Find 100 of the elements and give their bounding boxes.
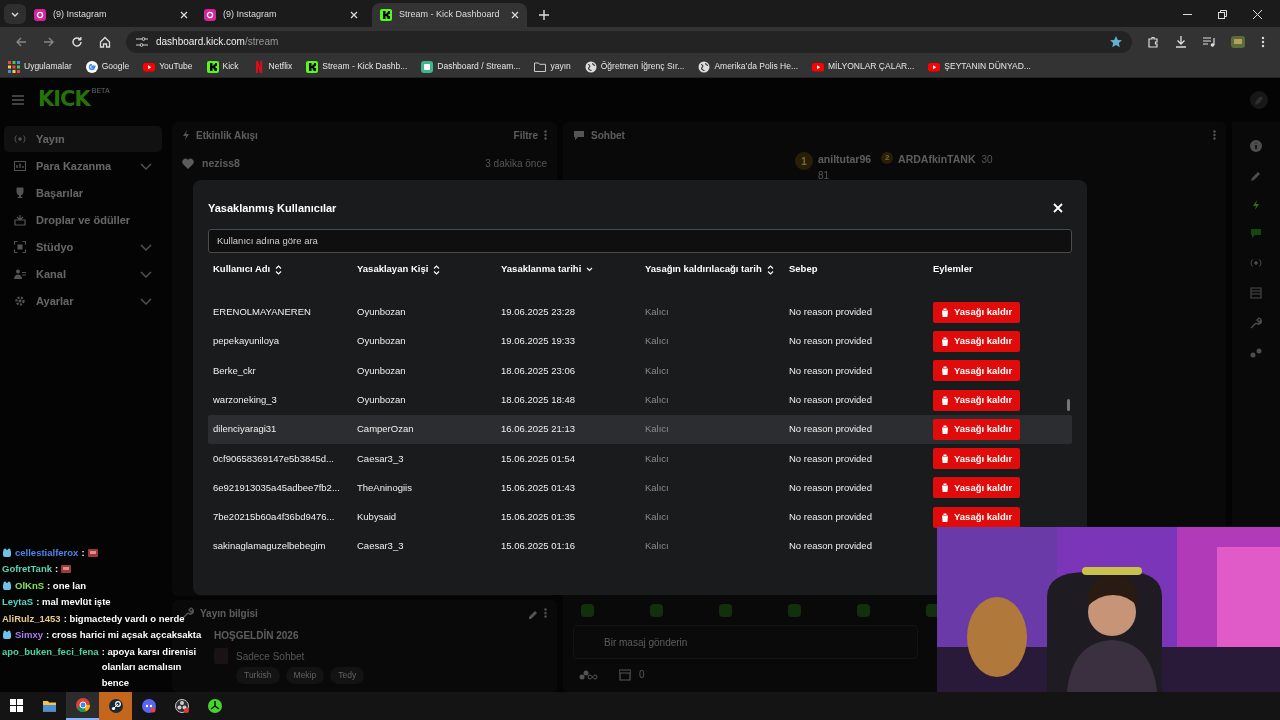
points-icon[interactable] (579, 669, 599, 680)
new-tab-icon[interactable] (539, 10, 549, 20)
folder-icon (534, 60, 547, 73)
browser-tab[interactable]: (9) Instagram (196, 3, 366, 27)
bookmark-item[interactable]: Google (85, 60, 130, 73)
close-icon[interactable] (511, 11, 519, 19)
column-header[interactable]: Yasağın kaldırılacağı tarih (640, 262, 784, 277)
close-icon[interactable] (180, 11, 188, 19)
unban-date-cell-text: Kalıcı (644, 422, 670, 437)
unban-button[interactable]: Yasağı kaldır (933, 389, 1021, 411)
bookmark-item[interactable]: yayın (534, 60, 571, 73)
bookmark-item[interactable]: ŞEYTANIN DÜNYAD... (928, 60, 1031, 73)
reload-icon[interactable] (71, 35, 83, 48)
globe-icon (584, 60, 597, 73)
search-field[interactable]: Kullanıcı adına göre ara (208, 228, 1072, 253)
chevron-down-icon (11, 10, 19, 18)
sidebar-item[interactable]: Para Kazanma (4, 153, 162, 179)
unban-button[interactable]: Yasağı kaldır (933, 477, 1021, 499)
sort-icon[interactable] (275, 264, 283, 275)
close-icon[interactable] (350, 11, 358, 19)
bookmark-item[interactable]: Kick (206, 60, 239, 73)
stream-title: HOŞGELDİN 2026 (214, 630, 299, 641)
column-header[interactable]: Yasaklayan Kişi (352, 262, 496, 277)
download-icon[interactable] (1175, 35, 1187, 48)
sort-down-icon[interactable] (586, 267, 594, 272)
reason-cell-text: No reason provided (788, 392, 873, 407)
forward-icon[interactable] (43, 35, 55, 48)
unban-button[interactable]: Yasağı kaldır (933, 360, 1021, 382)
bookmark-star-icon[interactable] (1110, 35, 1122, 48)
close-icon[interactable] (1253, 10, 1262, 19)
chat-username: LeytaS (2, 595, 34, 609)
unban-button[interactable]: Yasağı kaldır (933, 330, 1021, 352)
bookmark-item[interactable]: Netflix (252, 60, 293, 73)
chat-message-text: : (54, 562, 59, 576)
home-icon[interactable] (99, 35, 111, 48)
puzzle-icon[interactable] (1147, 35, 1159, 48)
camera-icon (204, 9, 216, 21)
more-icon[interactable] (544, 130, 547, 140)
chat-input[interactable]: Bir masaj gönderin (573, 625, 918, 659)
bookmark-item[interactable]: Uygulamalar (8, 60, 72, 73)
bookmark-item[interactable]: Stream - Kick Dashb... (306, 60, 408, 73)
steam-icon (108, 699, 123, 713)
address-bar[interactable]: dashboard.kick.com/stream (126, 30, 1132, 53)
restore-icon[interactable] (1218, 10, 1227, 19)
wrench-icon (182, 607, 194, 619)
trash-icon (941, 454, 949, 464)
profile-avatar-icon[interactable] (1231, 35, 1245, 48)
unban-button[interactable]: Yasağı kaldır (933, 418, 1021, 440)
sidebar-item[interactable]: Droplar ve ödüller (4, 207, 162, 233)
sidebar-item[interactable]: Ayarlar (4, 288, 162, 314)
unban-button[interactable]: Yasağı kaldır (933, 448, 1021, 470)
sort-icon[interactable] (766, 264, 774, 275)
bookmark-item[interactable]: Dashboard / Stream... (421, 60, 521, 73)
column-header: Sebep (788, 262, 819, 277)
browser-tab[interactable]: Stream - Kick Dashboard (372, 3, 527, 27)
unban-date-cell-text: Kalıcı (644, 480, 670, 495)
chat-message-text: : bigmactedy vardı o nerde (63, 611, 185, 626)
points-count: 0 (639, 668, 645, 682)
banned-by-cell-text: Oyunbozan (356, 305, 407, 319)
menu-icon[interactable] (1261, 35, 1265, 48)
username-cell-text: sakinaglamaguzelbebegim (212, 539, 327, 554)
chart-icon (14, 160, 26, 172)
tab-list-button[interactable] (4, 4, 26, 24)
bookmark-item[interactable]: Öğretmen İğrenç Sır... (584, 60, 685, 73)
trash-icon (941, 366, 949, 376)
site-settings-icon[interactable] (136, 35, 148, 48)
banned-by-cell-text: CamperOzan (356, 422, 415, 437)
ban-date-cell-text: 15.06.2025 01:16 (500, 539, 576, 554)
bookmark-item[interactable]: YouTube (143, 60, 193, 73)
sidebar-item[interactable]: Stüdyo (4, 234, 162, 260)
taskbar-button[interactable] (66, 692, 99, 720)
ban-date-cell-text: 18.06.2025 18:48 (500, 392, 576, 407)
column-header[interactable]: Yasaklanma tarihi (496, 262, 640, 277)
lightning-icon (182, 130, 190, 140)
trash-icon (941, 336, 949, 346)
grid-icon (8, 60, 20, 73)
chat-username: cellestialferox (15, 545, 79, 560)
unban-date-cell-text: Kalıcı (644, 334, 670, 349)
media-queue-icon[interactable] (1203, 35, 1215, 48)
users-icon (14, 268, 26, 280)
bookmark-item[interactable]: Amerika’da Polis He... (698, 60, 798, 73)
sidebar-item[interactable]: Kanal (4, 261, 162, 287)
banned-by-cell-text: TheAninogiis (356, 480, 413, 495)
unban-button[interactable]: Yasağı kaldır (933, 506, 1021, 528)
panel-title: Yayın bilgisi (200, 606, 258, 621)
unban-button[interactable]: Yasağı kaldır (933, 301, 1021, 323)
browser-tab[interactable]: (9) Instagram (26, 3, 196, 27)
back-icon[interactable] (15, 35, 27, 48)
chat-icon (573, 129, 585, 141)
chat-username: apo_buken_feci_fena (2, 644, 99, 659)
sort-icon[interactable] (433, 264, 441, 275)
reason-cell-text: No reason provided (788, 480, 873, 495)
bookmark-item[interactable]: MİLYONLAR ÇALAR... (812, 60, 915, 73)
column-header[interactable]: Kullanıcı Adı (208, 262, 352, 277)
sidebar-item[interactable]: Başarılar (4, 180, 162, 206)
more-icon[interactable] (544, 608, 547, 618)
lightning-icon[interactable] (1252, 200, 1260, 210)
taskbar-button[interactable] (99, 692, 132, 720)
scrollbar-thumb[interactable] (1067, 398, 1070, 411)
more-icon[interactable] (1213, 130, 1216, 140)
